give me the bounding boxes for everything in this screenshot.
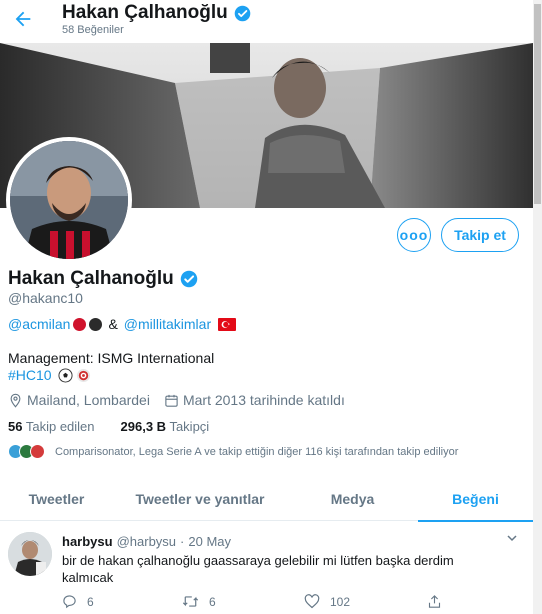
like-count: 102 [330, 594, 351, 609]
share-icon [428, 595, 441, 608]
share-button[interactable] [427, 594, 442, 609]
header-title-row: Hakan Çalhanoğlu [62, 2, 251, 24]
tweet-author-name[interactable]: harbysu [62, 534, 113, 549]
followed-by-avatars [8, 444, 45, 459]
tweet-text: bir de hakan çalhanoğlu gaassaraya geleb… [62, 553, 454, 585]
tweet-item[interactable]: harbysu @harbysu · 20 May bir de hakan ç… [0, 522, 533, 614]
more-options-icon: ooo [399, 227, 429, 243]
bio-line-2: Management: ISMG International [8, 350, 215, 366]
retweet-button[interactable]: 6 [182, 594, 216, 609]
followers-count: 296,3 B [120, 419, 167, 434]
tab-likes[interactable]: Beğeni [418, 477, 533, 522]
turkey-flag-icon [218, 317, 237, 331]
reply-button[interactable]: 6 [62, 594, 94, 609]
bio-link-millitakimlar[interactable]: @millitakimlar [124, 316, 211, 332]
profile-tabs: Tweetler Tweetler ve yanıtlar Medya Beğe… [0, 477, 533, 522]
followers-label: Takipçi [169, 419, 210, 434]
black-circle-emoji-icon [89, 317, 103, 331]
mini-avatar [30, 444, 45, 459]
tab-tweets[interactable]: Tweetler [0, 477, 113, 521]
verified-badge-icon [180, 270, 197, 288]
tab-media[interactable]: Medya [287, 477, 418, 521]
reply-count: 6 [87, 594, 94, 609]
tweet-author-avatar[interactable] [8, 532, 52, 576]
target-emoji-icon [76, 368, 90, 382]
tweet-author-handle[interactable]: @harbysu [117, 534, 176, 549]
bio-line-1: @acmilan & @millitakimlar [8, 316, 237, 332]
bio-ampersand: & [108, 316, 118, 332]
top-bar: Hakan Çalhanoğlu 58 Beğeniler [0, 0, 542, 43]
back-arrow-icon[interactable] [12, 8, 34, 30]
soccer-ball-emoji-icon [58, 367, 73, 383]
tweet-avatar-image [8, 532, 52, 576]
profile-joined-date: Mart 2013 tarihinde katıldı [182, 392, 345, 408]
page-scrollbar[interactable] [533, 0, 542, 614]
following-count-link[interactable]: 56 Takip edilen [8, 419, 95, 434]
follow-counts: 56 Takip edilen 296,3 B Takipçi [8, 419, 209, 434]
tweet-separator: · [180, 534, 185, 549]
profile-name-row: Hakan Çalhanoğlu [8, 268, 198, 290]
profile-meta: Mailand, Lombardei Mart 2013 tarihinde k… [8, 392, 345, 408]
following-count: 56 [8, 419, 23, 434]
reply-icon [63, 595, 76, 609]
tweet-date[interactable]: 20 May [188, 534, 231, 549]
follow-button[interactable]: Takip et [441, 218, 519, 252]
more-options-button[interactable]: ooo [397, 218, 431, 252]
retweet-count: 6 [209, 594, 216, 609]
calendar-icon [165, 394, 178, 407]
profile-avatar[interactable] [6, 137, 132, 263]
following-label: Takip edilen [25, 419, 95, 434]
scrollbar-thumb[interactable] [534, 4, 541, 204]
header-title: Hakan Çalhanoğlu [62, 2, 228, 23]
verified-badge-icon [234, 5, 251, 21]
bio-hashtag-hc10[interactable]: #HC10 [8, 367, 52, 383]
followers-count-link[interactable]: 296,3 B Takipçi [121, 419, 210, 434]
followed-by-text: Comparisonator, Lega Serie A ve takip et… [55, 445, 459, 458]
bio-link-acmilan[interactable]: @acmilan [8, 316, 70, 332]
bio-line-3: #HC10 [8, 367, 91, 383]
chevron-down-icon[interactable] [506, 532, 518, 544]
red-circle-emoji-icon [73, 317, 87, 331]
profile-handle: @hakanc10 [8, 290, 83, 306]
tab-tweets-and-replies[interactable]: Tweetler ve yanıtlar [113, 477, 287, 521]
tweet-header: harbysu @harbysu · 20 May [62, 534, 231, 549]
like-button[interactable]: 102 [304, 594, 350, 609]
followed-by-row[interactable]: Comparisonator, Lega Serie A ve takip et… [8, 444, 458, 459]
header-subtitle: 58 Beğeniler [62, 24, 124, 36]
heart-icon [304, 594, 320, 609]
location-pin-icon [10, 393, 21, 408]
profile-name: Hakan Çalhanoğlu [8, 268, 174, 289]
avatar-image [10, 141, 128, 259]
profile-location: Mailand, Lombardei [27, 392, 150, 408]
retweet-icon [182, 596, 199, 607]
